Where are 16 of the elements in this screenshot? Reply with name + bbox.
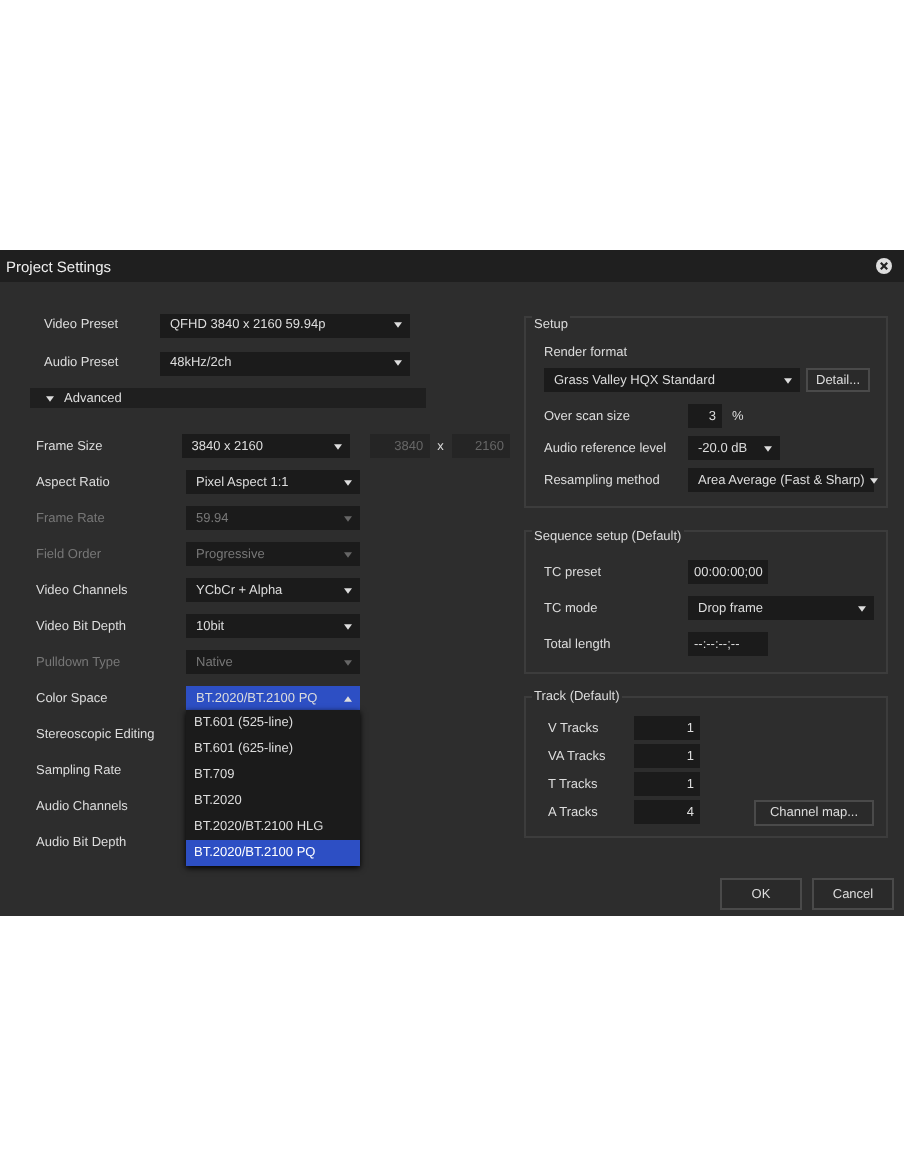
caret-icon bbox=[344, 479, 352, 485]
caret-icon bbox=[344, 695, 352, 701]
caret-icon bbox=[394, 360, 402, 366]
close-icon[interactable] bbox=[876, 258, 892, 274]
caret-icon bbox=[334, 443, 343, 449]
caret-icon bbox=[870, 477, 879, 483]
caret-icon bbox=[764, 445, 772, 451]
caret-icon bbox=[344, 551, 352, 557]
caret-icon bbox=[344, 659, 352, 665]
caret-icon bbox=[394, 322, 402, 328]
caret-icon bbox=[344, 515, 352, 521]
caret-icon bbox=[46, 395, 54, 401]
caret-icon bbox=[784, 377, 792, 383]
caret-icon bbox=[858, 605, 866, 611]
caret-icon bbox=[344, 587, 352, 593]
caret-icon bbox=[344, 623, 352, 629]
